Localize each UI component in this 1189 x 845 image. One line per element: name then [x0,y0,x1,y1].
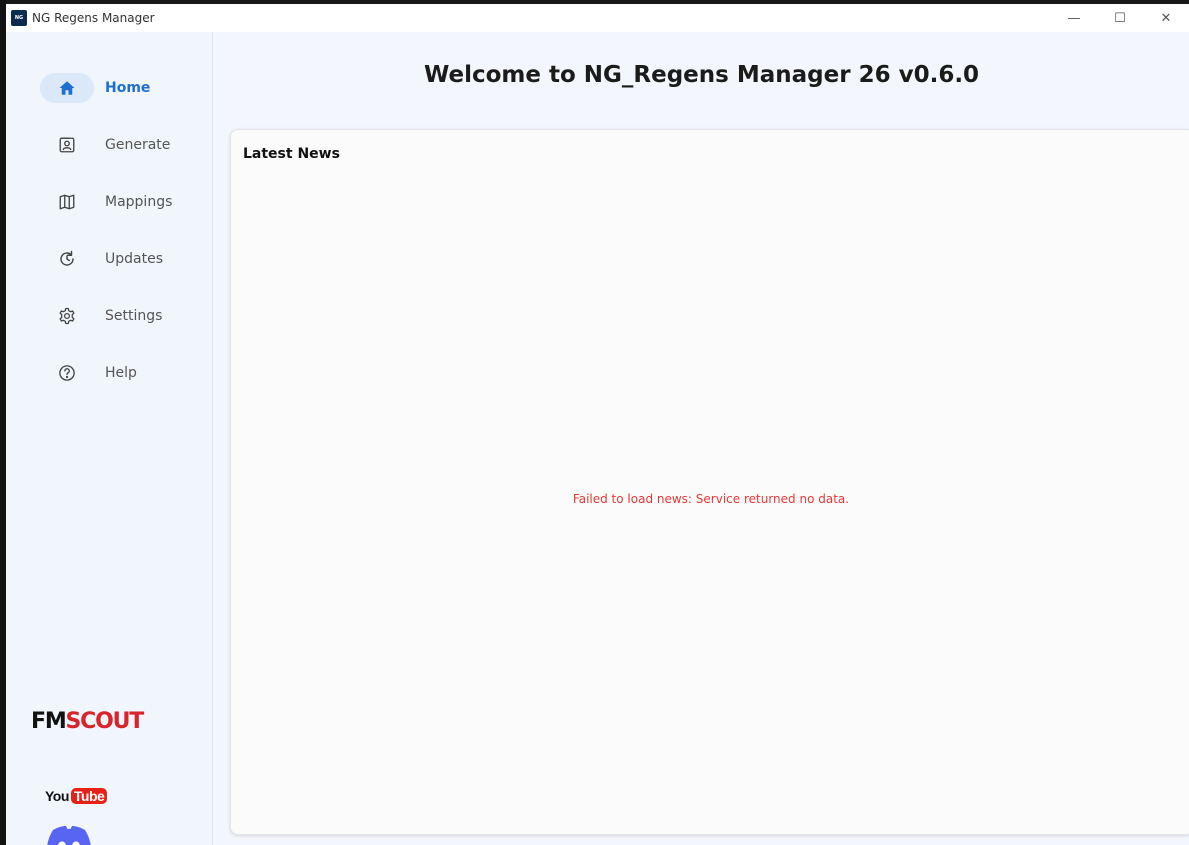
map-icon [40,187,94,217]
close-button[interactable]: ✕ [1143,4,1189,32]
fmscout-logo-scout: SCOUT [65,709,145,734]
window-controls: — ☐ ✕ [1051,4,1189,32]
sidebar-item-label: Help [105,365,137,381]
minimize-button[interactable]: — [1051,4,1097,32]
sidebar-item-label: Mappings [105,194,173,210]
home-icon [40,73,94,103]
sidebar-item-help[interactable]: Help [40,358,200,388]
sidebar-item-label: Home [105,80,151,96]
sidebar-item-updates[interactable]: Updates [40,244,200,274]
gear-icon [40,301,94,331]
main-content: Welcome to NG_Regens Manager 26 v0.6.0 L… [214,32,1189,845]
news-error-message: Failed to load news: Service returned no… [572,492,850,506]
fmscout-logo-fm: FM [31,709,67,734]
page-title: Welcome to NG_Regens Manager 26 v0.6.0 [423,62,980,88]
youtube-logo-tube: Tube [70,788,108,804]
app-window: NG NG Regens Manager — ☐ ✕ Home Generate… [6,4,1189,845]
news-panel: Latest News Failed to load news: Service… [230,129,1189,835]
youtube-logo-you: You [45,788,69,804]
maximize-button[interactable]: ☐ [1097,4,1143,32]
title-bar[interactable]: NG NG Regens Manager — ☐ ✕ [6,4,1189,32]
id-card-icon [40,130,94,160]
discord-icon[interactable] [45,825,93,845]
help-circle-icon [40,358,94,388]
sidebar-item-settings[interactable]: Settings [40,301,200,331]
sidebar-item-mappings[interactable]: Mappings [40,187,200,217]
news-panel-title: Latest News [243,146,340,162]
sidebar-item-home[interactable]: Home [40,73,200,103]
fmscout-logo[interactable]: FMSCOUT [31,709,145,734]
sidebar-item-generate[interactable]: Generate [40,130,200,160]
youtube-logo[interactable]: You Tube [45,788,108,804]
sidebar: Home Generate Mappings Updates Settings … [6,32,213,845]
app-logo-icon: NG [11,10,27,26]
refresh-icon [40,244,94,274]
sidebar-item-label: Settings [105,308,163,324]
sidebar-item-label: Generate [105,137,171,153]
sidebar-item-label: Updates [105,251,163,267]
window-title: NG Regens Manager [32,11,155,25]
